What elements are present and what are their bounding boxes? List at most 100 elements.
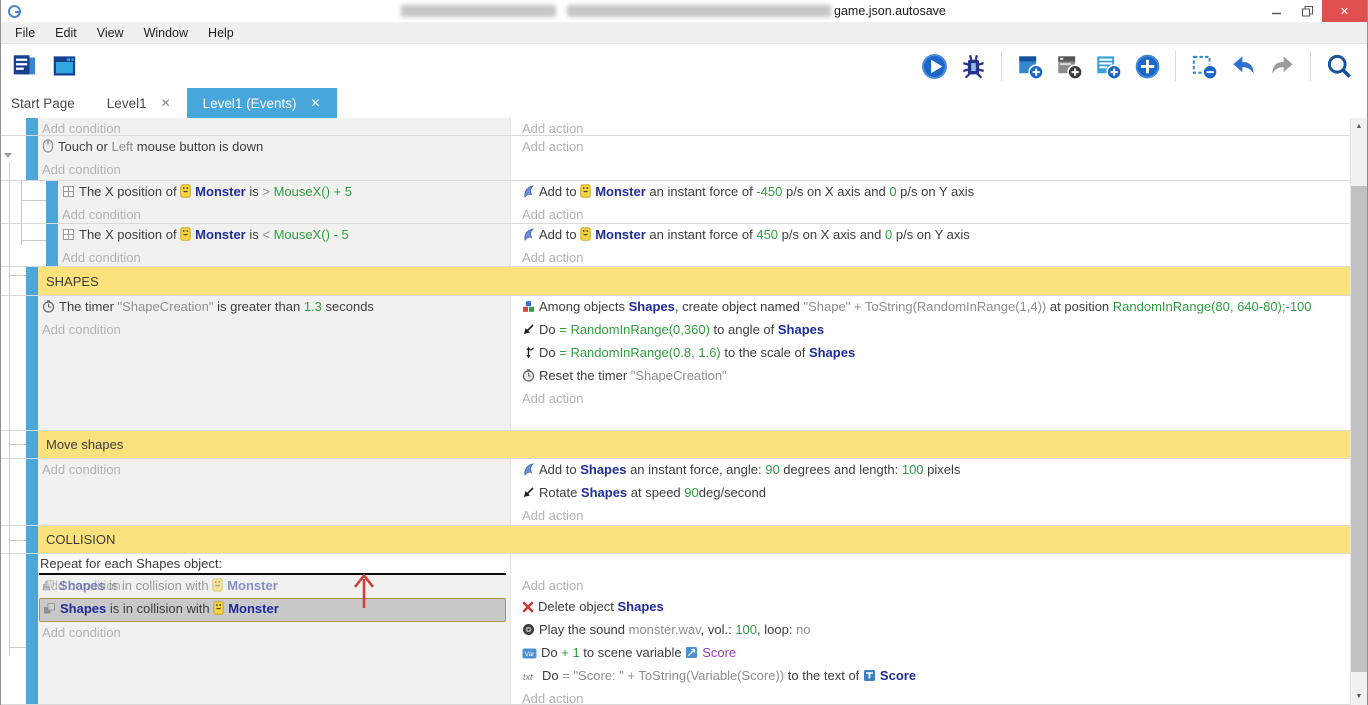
group-banner[interactable]: COLLISION — [38, 526, 1350, 553]
events-sheet: Add conditionAdd actionTouch or Left mou… — [1, 118, 1367, 705]
restore-button[interactable] — [1292, 0, 1322, 22]
event-drag-bar[interactable] — [46, 181, 58, 223]
tab-level1[interactable]: Level1✕ — [91, 88, 187, 118]
placeholder-text: Add action — [522, 207, 583, 222]
placeholder-text: Add action — [522, 139, 583, 154]
add-action-placeholder[interactable]: Add action — [518, 118, 1350, 136]
add-action-placeholder[interactable]: Add action — [518, 247, 1350, 267]
tab-start-page[interactable]: Start Page — [11, 88, 91, 118]
add-action-placeholder[interactable]: Add action — [518, 505, 1350, 526]
condition-line[interactable]: The X position of Monster is > MouseX() … — [58, 181, 510, 204]
timer-icon — [42, 299, 55, 319]
action-line[interactable]: Delete object Shapes — [518, 596, 1350, 619]
add-condition-placeholder[interactable]: Add condition — [58, 204, 510, 224]
event-row[interactable]: Add condition Add to Shapes an instant fo… — [1, 459, 1350, 526]
add-condition-placeholder[interactable]: Add condition — [38, 159, 510, 180]
expander-triangle-icon[interactable] — [4, 153, 12, 158]
action-line[interactable]: Rotate Shapes at speed 90deg/second — [518, 482, 1350, 505]
event-group-row[interactable]: COLLISION — [1, 526, 1350, 554]
foreach-event-row[interactable]: Repeat for each Shapes object: Add condit… — [1, 554, 1350, 705]
add-condition-placeholder[interactable]: Add condition — [38, 622, 510, 643]
scrollbar-thumb[interactable] — [1351, 186, 1367, 672]
event-drag-bar[interactable] — [26, 431, 38, 458]
menu-file[interactable]: File — [5, 24, 45, 42]
action-line[interactable]: Add to Monster an instant force of -450 … — [518, 181, 1350, 204]
action-line[interactable]: VarDo + 1 to scene variable Score — [518, 642, 1350, 665]
event-drag-bar[interactable] — [46, 224, 58, 266]
menu-window[interactable]: Window — [134, 24, 198, 42]
event-drag-bar[interactable] — [26, 118, 38, 135]
condition-line[interactable]: The X position of Monster is < MouseX() … — [58, 224, 510, 247]
event-drag-bar[interactable] — [26, 526, 38, 553]
action-line[interactable]: Do = RandomInRange(0.8, 1.6) to the scal… — [518, 342, 1350, 365]
action-line[interactable]: txtDo = "Score: " + ToString(Variable(Sc… — [518, 665, 1350, 688]
add-action-placeholder[interactable]: Add action — [518, 688, 1350, 705]
event-drag-bar[interactable] — [26, 296, 38, 430]
add-event-button[interactable] — [1014, 50, 1046, 82]
text-segment: , vol.: — [701, 622, 736, 637]
close-button[interactable]: ✕ — [1322, 0, 1367, 22]
condition-line[interactable]: The timer "ShapeCreation" is greater tha… — [38, 296, 510, 319]
event-row[interactable]: The X position of Monster is > MouseX() … — [1, 181, 1350, 224]
add-subevent-button[interactable] — [1053, 50, 1085, 82]
event-group-row[interactable]: Move shapes — [1, 431, 1350, 459]
group-banner[interactable]: SHAPES — [38, 267, 1350, 295]
text-segment: Delete object — [538, 599, 618, 614]
add-action-placeholder[interactable]: Add action — [518, 388, 1350, 409]
action-line[interactable]: Do = RandomInRange(0,360) to angle of Sh… — [518, 319, 1350, 342]
text-segment: Touch or — [58, 139, 111, 154]
event-drag-bar[interactable] — [26, 267, 38, 295]
event-drag-bar[interactable] — [26, 459, 38, 525]
debug-button[interactable] — [957, 50, 989, 82]
scroll-up-icon: ▲ — [1356, 123, 1363, 130]
text-segment: to the text of — [784, 668, 863, 683]
add-condition-placeholder[interactable]: Add condition — [58, 247, 510, 267]
event-row[interactable]: The timer "ShapeCreation" is greater tha… — [1, 296, 1350, 431]
add-new-button[interactable] — [1131, 50, 1163, 82]
scroll-up-button[interactable]: ▲ — [1351, 118, 1367, 135]
force-icon — [522, 462, 535, 482]
tab-close-icon[interactable]: ✕ — [310, 96, 320, 110]
undo-button[interactable] — [1227, 50, 1259, 82]
tab-close-icon[interactable]: ✕ — [161, 96, 171, 110]
add-action-placeholder[interactable]: Add action — [518, 204, 1350, 224]
tree-guide — [9, 162, 10, 656]
event-drag-bar[interactable] — [26, 136, 38, 180]
event-row[interactable]: Touch or Left mouse button is downAdd co… — [1, 136, 1350, 181]
add-action-placeholder[interactable]: Add action — [518, 575, 1350, 596]
minimize-button[interactable] — [1262, 0, 1292, 22]
event-row[interactable]: Add condition Add action — [1, 118, 1350, 136]
add-condition-placeholder[interactable]: Add condition — [38, 459, 510, 480]
minimize-icon — [1272, 6, 1282, 16]
action-line[interactable]: Add to Shapes an instant force, angle: 9… — [518, 459, 1350, 482]
menu-help[interactable]: Help — [198, 24, 244, 42]
add-comment-button[interactable] — [1092, 50, 1124, 82]
search-button[interactable] — [1323, 50, 1355, 82]
redo-button[interactable] — [1266, 50, 1298, 82]
group-banner[interactable]: Move shapes — [38, 431, 1350, 458]
play-button[interactable] — [918, 50, 950, 82]
scroll-down-button[interactable]: ▼ — [1351, 688, 1367, 705]
tab-level1-events[interactable]: Level1 (Events)✕ — [187, 88, 337, 118]
action-line[interactable]: Add to Monster an instant force of 450 p… — [518, 224, 1350, 247]
action-line[interactable]: Among objects Shapes, create object name… — [518, 296, 1350, 319]
vertical-scrollbar[interactable]: ▲ ▼ — [1350, 118, 1367, 705]
action-line[interactable]: Reset the timer "ShapeCreation" — [518, 365, 1350, 388]
menu-view[interactable]: View — [87, 24, 134, 42]
scene-editor-button[interactable] — [49, 50, 81, 82]
add-action-placeholder[interactable]: Add action — [518, 136, 1350, 157]
foreach-header[interactable]: Repeat for each Shapes object: — [38, 554, 510, 572]
delete-selection-button[interactable] — [1188, 50, 1220, 82]
selected-condition-line[interactable]: Shapes is in collision with Monster — [39, 598, 506, 622]
event-drag-bar[interactable] — [26, 554, 38, 704]
project-manager-button[interactable] — [9, 50, 41, 82]
condition-line[interactable]: Touch or Left mouse button is down — [38, 136, 510, 159]
event-row[interactable]: The X position of Monster is < MouseX() … — [1, 224, 1350, 267]
event-group-row[interactable]: SHAPES — [1, 267, 1350, 296]
add-condition-placeholder[interactable]: Add condition — [38, 118, 510, 136]
dragged-condition-ghost[interactable]: Add conditionShapes is in collision with… — [38, 575, 510, 598]
menu-edit[interactable]: Edit — [45, 24, 87, 42]
action-line[interactable]: Play the sound monster.wav, vol.: 100, l… — [518, 619, 1350, 642]
text-segment: at position — [1046, 299, 1113, 314]
add-condition-placeholder[interactable]: Add condition — [38, 319, 510, 340]
